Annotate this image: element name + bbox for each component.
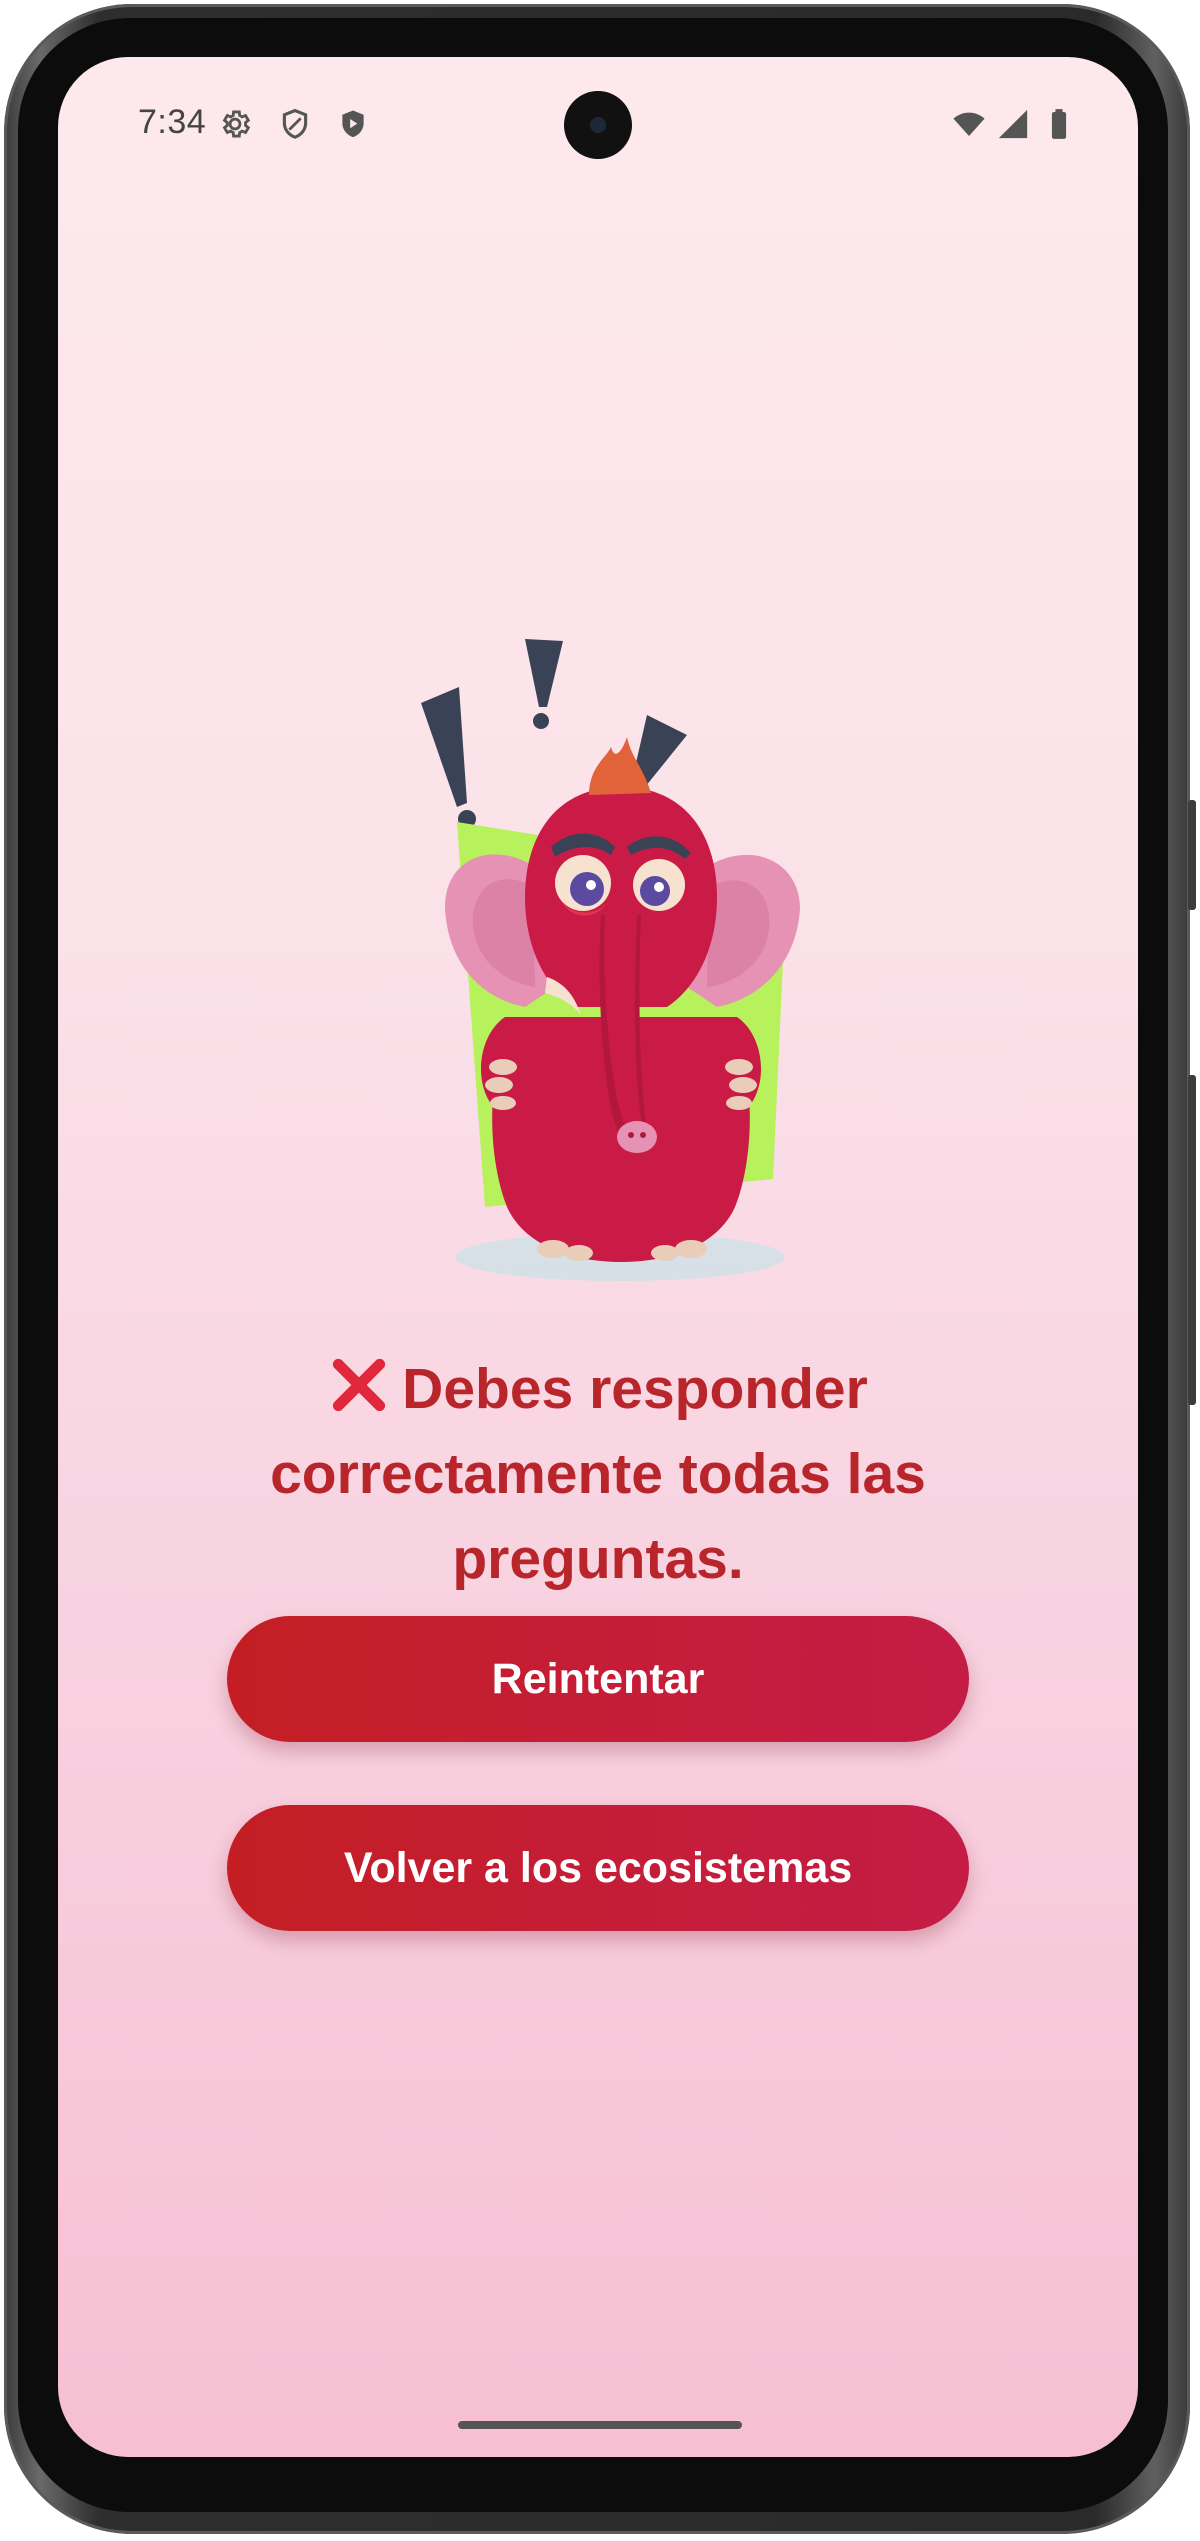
front-camera <box>564 91 632 159</box>
home-indicator[interactable] <box>458 2421 742 2429</box>
gear-icon <box>222 110 251 138</box>
elephant-illustration <box>421 639 800 1281</box>
cell-signal-icon <box>998 109 1028 139</box>
phone-device: 7:34 Debes responder correctamente todas… <box>0 0 1200 2541</box>
status-time: 7:34 <box>138 103 207 141</box>
volume-button <box>1188 1075 1196 1405</box>
shield-play-icon <box>342 110 364 138</box>
wifi-icon <box>953 112 985 137</box>
app-screen: 7:34 Debes responder correctamente todas… <box>58 57 1138 2457</box>
shield-icon <box>282 108 308 139</box>
retry-button[interactable]: Reintentar <box>227 1616 969 1742</box>
power-button <box>1188 800 1196 910</box>
error-message: Debes responder correctamente todas las … <box>198 1347 998 1602</box>
back-to-ecosystems-button[interactable]: Volver a los ecosistemas <box>227 1805 969 1931</box>
cross-mark-icon <box>333 1358 386 1412</box>
battery-icon <box>1051 109 1067 139</box>
